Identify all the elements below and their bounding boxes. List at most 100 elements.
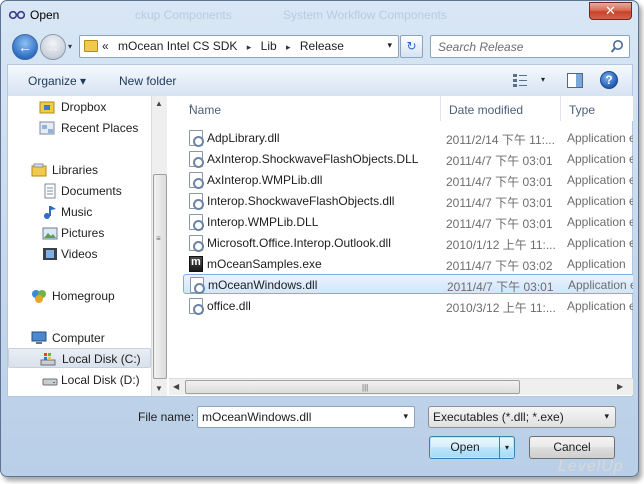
forward-button[interactable]: →	[40, 34, 66, 60]
nav-item-computer[interactable]: Computer	[12, 328, 152, 348]
system-drive-icon	[40, 353, 56, 366]
nav-item-label: Dropbox	[61, 100, 107, 114]
breadcrumb-separator[interactable]: ▸	[247, 42, 252, 53]
dll-file-icon	[189, 130, 204, 147]
file-date: 2011/4/7 下午 03:02	[446, 259, 553, 273]
breadcrumb-item[interactable]: mOcean Intel CS SDK	[118, 39, 237, 53]
title-bar: Open ckup Components System Workflow Com…	[1, 1, 638, 29]
back-button[interactable]: ←	[12, 34, 38, 60]
file-list-hscrollbar[interactable]: ◀ ||| ▶	[169, 378, 633, 395]
file-name: Interop.ShockwaveFlashObjects.dll	[207, 194, 395, 208]
open-button[interactable]: Open ▾	[429, 436, 515, 459]
file-row[interactable]: Interop.WMPLib.DLL 2011/4/7 下午 03:01 App…	[183, 212, 633, 232]
file-name-field[interactable]: mOceanWindows.dll ▾	[197, 406, 415, 428]
file-row-selected[interactable]: mOceanWindows.dll 2011/4/7 下午 03:01 Appl…	[183, 274, 633, 294]
change-view-icon[interactable]	[513, 74, 527, 87]
organize-menu[interactable]: Organize ▾	[28, 74, 86, 88]
file-row[interactable]: AxInterop.ShockwaveFlashObjects.DLL 2011…	[183, 149, 633, 169]
nav-item-label: Videos	[61, 247, 98, 261]
file-name: AdpLibrary.dll	[207, 131, 280, 145]
music-icon	[44, 206, 56, 219]
nav-item-pictures[interactable]: Pictures	[12, 223, 152, 243]
dll-file-icon	[189, 172, 204, 189]
open-options-dropdown[interactable]: ▾	[499, 437, 514, 458]
file-date: 2010/3/12 上午 11:...	[446, 301, 556, 315]
view-options-dropdown[interactable]: ▾	[541, 75, 545, 84]
nav-item-dropbox[interactable]: Dropbox	[12, 97, 152, 117]
nav-item-videos[interactable]: Videos	[12, 244, 152, 264]
nav-item-local-disk-d[interactable]: Local Disk (D:)	[12, 370, 152, 390]
nav-item-local-disk-c[interactable]: Local Disk (C:)	[8, 348, 151, 368]
refresh-button[interactable]: ↻	[400, 35, 423, 58]
search-placeholder: Search Release	[438, 40, 524, 54]
file-name: Microsoft.Office.Interop.Outlook.dll	[207, 236, 391, 250]
open-file-dialog: Open ckup Components System Workflow Com…	[0, 0, 639, 477]
refresh-icon: ↻	[406, 39, 417, 53]
breadcrumb-item[interactable]: Lib	[261, 39, 277, 53]
file-type: Application e	[567, 173, 633, 187]
forward-arrow-icon: →	[46, 39, 60, 55]
computer-icon	[31, 331, 47, 344]
address-bar[interactable]: « mOcean Intel CS SDK ▸ Lib ▸ Release ▾	[79, 35, 399, 58]
nav-item-libraries[interactable]: Libraries	[12, 160, 152, 180]
column-header-date-modified[interactable]: Date modified	[441, 96, 561, 121]
file-date: 2011/4/7 下午 03:01	[446, 175, 553, 189]
preview-pane-icon[interactable]	[567, 73, 583, 88]
cancel-button[interactable]: Cancel	[529, 436, 615, 459]
nav-pane-scrollbar[interactable]: ▲ ≡ ▼	[151, 96, 167, 396]
nav-item-recent-places[interactable]: Recent Places	[12, 118, 152, 138]
close-button[interactable]: ✕	[589, 2, 632, 20]
navigation-pane[interactable]: Dropbox Recent Places Libraries Document…	[8, 96, 168, 396]
grip-icon: |||	[362, 383, 369, 392]
sort-ascending-icon: ^	[189, 103, 193, 112]
file-type-filter[interactable]: Executables (*.dll; *.exe) ▾	[428, 406, 616, 428]
dll-file-icon	[189, 298, 204, 315]
homegroup-icon	[32, 290, 46, 303]
file-row[interactable]: mOceanSamples.exe 2011/4/7 下午 03:02 Appl…	[183, 254, 633, 274]
pictures-icon	[42, 227, 58, 240]
watermark: LevelUp	[558, 458, 624, 475]
file-row[interactable]: AxInterop.WMPLib.dll 2011/4/7 下午 03:01 A…	[183, 170, 633, 190]
nav-item-label: Pictures	[61, 226, 105, 240]
breadcrumb-item[interactable]: Release	[300, 39, 344, 53]
libraries-icon	[31, 163, 47, 177]
help-icon[interactable]: ?	[600, 71, 618, 89]
videos-icon	[43, 248, 57, 260]
scrollbar-thumb[interactable]: |||	[185, 380, 520, 394]
nav-item-music[interactable]: Music	[12, 202, 152, 222]
recent-locations-dropdown[interactable]: ▾	[68, 42, 72, 51]
search-box[interactable]: Search Release	[430, 35, 630, 58]
file-date: 2011/4/7 下午 03:01	[447, 280, 554, 294]
column-header-name[interactable]: Name ^	[181, 96, 441, 121]
file-row[interactable]: AdpLibrary.dll 2011/2/14 下午 11:... Appli…	[183, 128, 633, 148]
new-folder-button[interactable]: New folder	[119, 74, 176, 88]
command-bar: Organize ▾ New folder ▾ ?	[7, 64, 633, 97]
file-name: mOceanSamples.exe	[207, 257, 322, 271]
nav-item-documents[interactable]: Documents	[12, 181, 152, 201]
file-type: Application e	[567, 131, 633, 145]
file-row[interactable]: office.dll 2010/3/12 上午 11:... Applicati…	[183, 296, 633, 316]
file-name: Interop.WMPLib.DLL	[207, 215, 319, 229]
file-type: Application e	[567, 215, 633, 229]
recent-places-icon	[39, 121, 55, 135]
file-list[interactable]: Name ^ Date modified Type AdpLibrary.dll…	[169, 96, 633, 396]
file-row[interactable]: Microsoft.Office.Interop.Outlook.dll 201…	[183, 233, 633, 253]
file-type: Application e	[567, 299, 633, 313]
scroll-down-icon[interactable]: ▼	[155, 384, 163, 393]
chevron-down-icon[interactable]: ▾	[403, 411, 408, 422]
file-type: Application e	[567, 236, 633, 250]
scroll-up-icon[interactable]: ▲	[155, 99, 163, 108]
dropbox-folder-icon	[39, 101, 55, 114]
search-icon[interactable]	[610, 39, 624, 54]
column-header-type[interactable]: Type	[561, 96, 633, 121]
scroll-left-icon[interactable]: ◀	[173, 382, 179, 391]
breadcrumb-overflow[interactable]: «	[102, 39, 109, 53]
column-header-label: Name	[189, 103, 222, 117]
file-row[interactable]: Interop.ShockwaveFlashObjects.dll 2011/4…	[183, 191, 633, 211]
address-dropdown[interactable]: ▾	[387, 40, 392, 51]
scrollbar-thumb[interactable]	[153, 174, 167, 379]
nav-item-homegroup[interactable]: Homegroup	[12, 286, 152, 306]
breadcrumb-separator[interactable]: ▸	[286, 42, 291, 53]
file-type: Application e	[568, 278, 633, 292]
scroll-right-icon[interactable]: ▶	[617, 382, 623, 391]
